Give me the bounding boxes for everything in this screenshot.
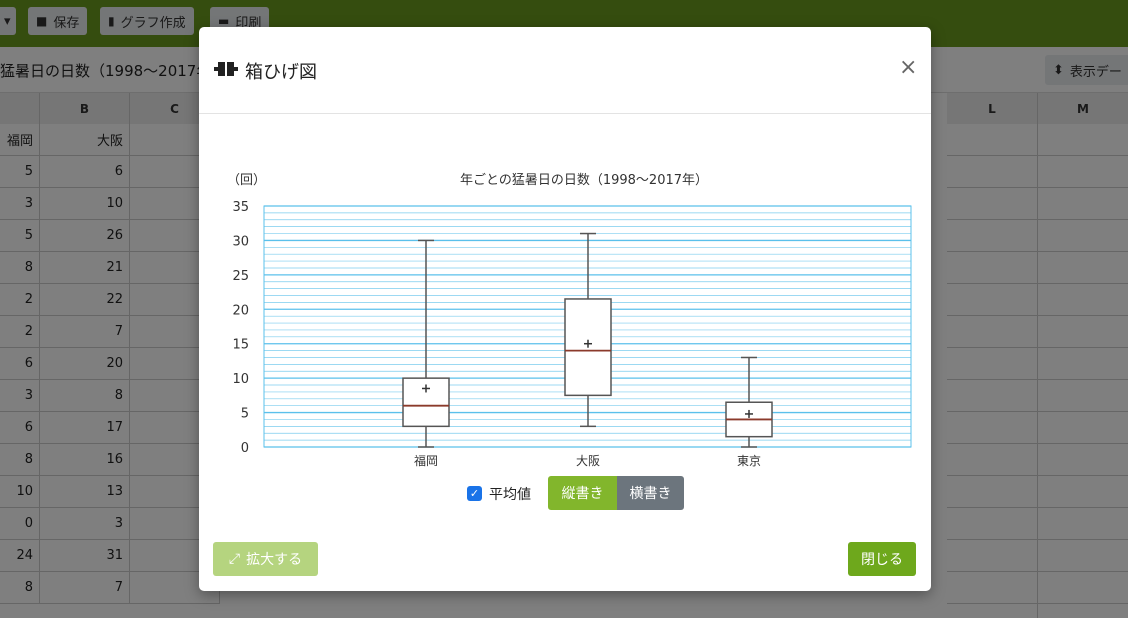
- y-tick-label: 10: [232, 372, 249, 387]
- modal-header: 箱ひげ図 ×: [199, 27, 931, 114]
- close-icon[interactable]: ×: [899, 55, 917, 80]
- y-tick-label: 30: [232, 234, 249, 249]
- enlarge-button[interactable]: ⤢ 拡大する: [213, 542, 318, 576]
- chart-title: 年ごとの猛暑日の日数（1998〜2017年）: [460, 172, 708, 188]
- y-tick-label: 25: [232, 269, 249, 284]
- x-tick-label: 大阪: [576, 454, 600, 468]
- boxplot-chart: 年ごとの猛暑日の日数（1998〜2017年） （回） 0 5 10 15 20 25 30 35 福…: [227, 172, 912, 468]
- modal-title: 箱ひげ図: [245, 62, 317, 83]
- chart-controls: ✓ 平均値 縦書き 横書き: [199, 476, 931, 512]
- boxplot-modal: 箱ひげ図 × 年ごとの猛暑日の日数（1998〜2017年） （回） 0 5 10 15 20…: [199, 27, 931, 591]
- x-tick-label: 東京: [737, 454, 761, 468]
- close-button[interactable]: 閉じる: [848, 542, 916, 576]
- y-axis-label: （回）: [227, 173, 266, 188]
- average-label: 平均値: [489, 487, 531, 503]
- y-tick-label: 20: [232, 303, 249, 318]
- y-tick-label: 15: [232, 338, 249, 353]
- expand-icon: ⤢: [228, 551, 241, 567]
- x-tick-label: 福岡: [414, 453, 438, 468]
- y-tick-label: 0: [241, 441, 249, 456]
- y-tick-label: 35: [232, 200, 249, 215]
- vertical-orientation-button[interactable]: 縦書き: [548, 476, 617, 510]
- boxplot-icon: [214, 62, 238, 76]
- horizontal-orientation-button[interactable]: 横書き: [617, 476, 684, 510]
- y-tick-label: 5: [241, 407, 249, 422]
- average-checkbox[interactable]: ✓: [467, 486, 482, 501]
- check-icon: ✓: [469, 487, 480, 500]
